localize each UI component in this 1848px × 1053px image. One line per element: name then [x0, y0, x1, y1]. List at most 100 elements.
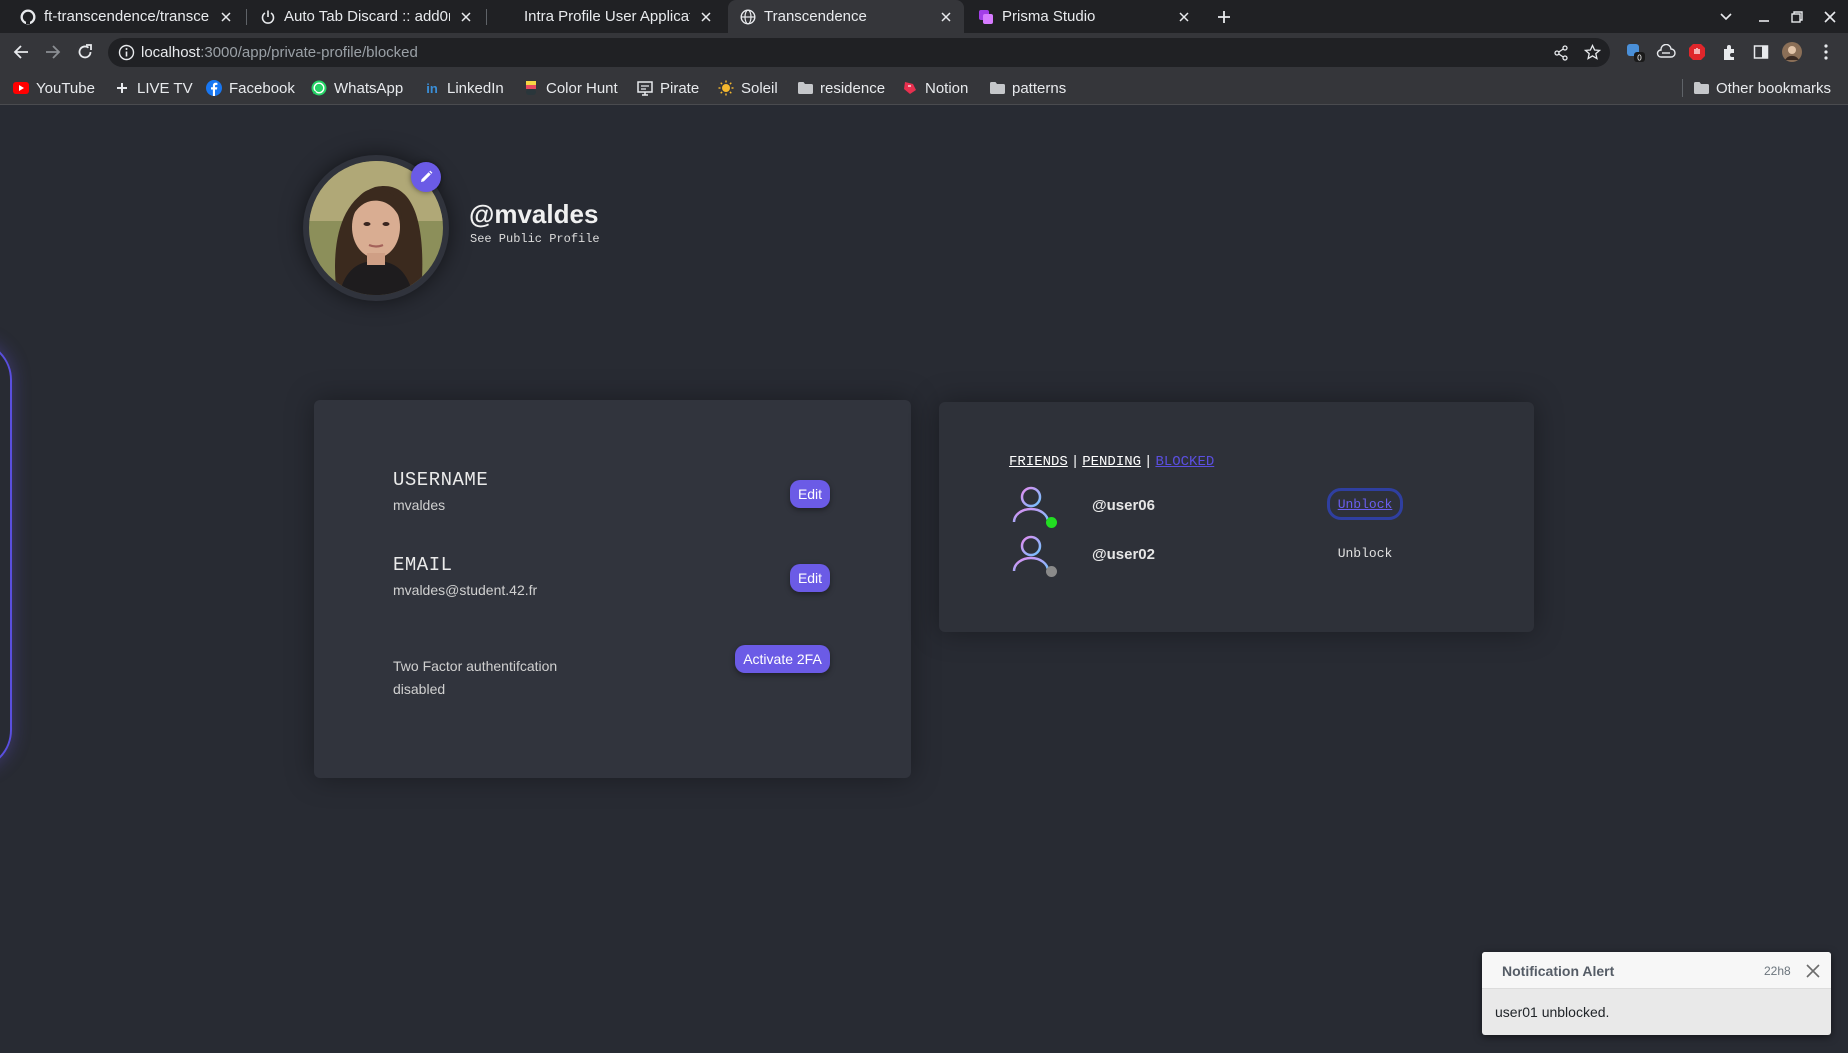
monitor-icon — [637, 80, 653, 96]
bookmark-folder-patterns[interactable]: patterns — [989, 77, 1066, 99]
bookmark-label: YouTube — [36, 79, 95, 97]
extension-adblock-icon[interactable] — [1686, 41, 1708, 63]
email-value: mvaldes@student.42.fr — [393, 582, 538, 598]
prisma-icon — [978, 9, 994, 25]
close-icon[interactable] — [1805, 963, 1821, 979]
bookmark-soleil[interactable]: Soleil — [718, 77, 778, 99]
bookmark-folder-residence[interactable]: residence — [797, 77, 885, 99]
back-icon[interactable] — [10, 41, 32, 63]
browser-tab-github[interactable]: ft-transcendence/transcendence — [8, 0, 244, 33]
bookmark-label: WhatsApp — [334, 79, 404, 97]
new-tab-button[interactable] — [1214, 7, 1234, 27]
email-label: EMAIL — [393, 554, 453, 576]
online-status-dot — [1046, 517, 1057, 528]
profile-avatar-icon[interactable] — [1781, 41, 1803, 63]
notification-toast: Notification Alert 22h8 user01 unblocked… — [1482, 952, 1831, 1035]
github-icon — [20, 9, 36, 25]
side-navigation-edge[interactable] — [0, 340, 12, 770]
tab-title: Auto Tab Discard :: add0n.com — [284, 8, 450, 25]
close-tab-icon[interactable] — [218, 9, 234, 25]
tab-title: Transcendence — [764, 8, 867, 25]
two-factor-state: disabled — [393, 681, 446, 697]
extensions-puzzle-icon[interactable] — [1718, 41, 1740, 63]
close-tab-icon[interactable] — [698, 9, 714, 25]
bookmark-label: Pirate — [660, 79, 700, 97]
bookmark-label: Notion — [925, 79, 969, 97]
toast-message: user01 unblocked. — [1495, 1004, 1610, 1020]
relations-card: FRIENDS | PENDING | BLOCKED @user06 Unbl… — [939, 402, 1534, 632]
globe-icon — [740, 8, 756, 25]
close-tab-icon[interactable] — [938, 9, 954, 25]
browser-tab-intra-profile[interactable]: Intra Profile User Application — [488, 0, 724, 33]
tab-friends[interactable]: FRIENDS — [1009, 454, 1068, 470]
plus-icon — [114, 80, 130, 96]
bookmark-notion[interactable]: Notion — [902, 77, 968, 99]
bookmark-label: LIVE TV — [137, 79, 193, 97]
see-public-profile-link[interactable]: See Public Profile — [470, 232, 600, 246]
tab-search-icon[interactable] — [1716, 7, 1736, 27]
close-tab-icon[interactable] — [1176, 9, 1192, 25]
site-info-icon[interactable] — [118, 44, 135, 61]
browser-toolbar: localhost:3000/app/private-profile/block… — [0, 33, 1848, 71]
side-panel-icon[interactable] — [1750, 41, 1772, 63]
reload-icon[interactable] — [74, 41, 96, 63]
address-bar[interactable]: localhost:3000/app/private-profile/block… — [108, 38, 1610, 67]
username-value: mvaldes — [393, 497, 446, 513]
tab-title: Prisma Studio — [1002, 8, 1096, 25]
minimize-icon[interactable] — [1754, 7, 1774, 27]
tab-title: Intra Profile User Application — [524, 8, 690, 25]
extension-counter-icon[interactable]: 0 — [1624, 41, 1646, 63]
two-factor-label: Two Factor authentifcation — [393, 658, 558, 674]
two-factor-status: Two Factor authentifcation disabled — [393, 655, 557, 701]
browser-tab-prisma-studio[interactable]: Prisma Studio — [966, 0, 1202, 33]
offline-status-dot — [1046, 566, 1057, 577]
forward-icon[interactable] — [42, 41, 64, 63]
facebook-icon — [206, 80, 222, 96]
sun-icon — [718, 80, 734, 96]
bookmark-facebook[interactable]: Facebook — [206, 77, 295, 99]
blocked-user-name: @user06 — [1092, 497, 1155, 514]
colorhunt-icon — [523, 80, 539, 96]
bookmark-color-hunt[interactable]: Color Hunt — [523, 77, 618, 99]
whatsapp-icon — [311, 80, 327, 96]
edit-username-button[interactable]: Edit — [790, 480, 830, 508]
account-settings-card: USERNAME mvaldes Edit EMAIL mvaldes@stud… — [314, 400, 911, 778]
bookmark-linkedin[interactable]: in LinkedIn — [424, 77, 504, 99]
browser-tab-transcendence[interactable]: Transcendence — [728, 0, 964, 33]
relations-tabs: FRIENDS | PENDING | BLOCKED — [1009, 454, 1214, 470]
tab-title: ft-transcendence/transcendence — [44, 8, 210, 25]
unblock-button[interactable]: Unblock — [1327, 537, 1403, 569]
url-path: :3000/app/private-profile/blocked — [200, 44, 418, 61]
profile-handle: @mvaldes — [469, 199, 599, 229]
edit-avatar-button[interactable] — [411, 162, 441, 192]
close-tab-icon[interactable] — [458, 9, 474, 25]
browser-menu-icon[interactable] — [1815, 41, 1837, 63]
other-bookmarks[interactable]: Other bookmarks — [1693, 77, 1831, 99]
bookmark-label: Color Hunt — [546, 79, 618, 97]
bookmark-star-icon[interactable] — [1583, 43, 1602, 62]
share-icon[interactable] — [1551, 43, 1570, 62]
toast-header: Notification Alert 22h8 — [1482, 952, 1831, 989]
edit-email-button[interactable]: Edit — [790, 564, 830, 592]
activate-2fa-button[interactable]: Activate 2FA — [735, 645, 830, 673]
extension-cloud-icon[interactable] — [1655, 41, 1677, 63]
bookmarks-bar: YouTube LIVE TV Facebook WhatsApp in Lin… — [0, 71, 1848, 105]
bookmark-youtube[interactable]: YouTube — [13, 77, 95, 99]
bookmark-label: Facebook — [229, 79, 295, 97]
tab-blocked[interactable]: BLOCKED — [1155, 454, 1214, 470]
folder-icon — [797, 80, 813, 96]
bookmark-live-tv[interactable]: LIVE TV — [114, 77, 193, 99]
browser-tab-auto-tab-discard[interactable]: Auto Tab Discard :: add0n.com — [248, 0, 484, 33]
url-host: localhost — [141, 44, 201, 61]
tab-pending[interactable]: PENDING — [1082, 454, 1141, 470]
unblock-button[interactable]: Unblock — [1327, 488, 1403, 520]
close-window-icon[interactable] — [1820, 7, 1840, 27]
bookmark-whatsapp[interactable]: WhatsApp — [311, 77, 403, 99]
bookmark-pirate[interactable]: Pirate — [637, 77, 699, 99]
bookmark-label: LinkedIn — [447, 79, 504, 97]
bookmark-label: residence — [820, 79, 886, 97]
blocked-user-name: @user02 — [1092, 546, 1155, 563]
folder-icon — [1693, 80, 1709, 96]
restore-icon[interactable] — [1787, 7, 1807, 27]
other-bookmarks-label: Other bookmarks — [1716, 79, 1832, 97]
